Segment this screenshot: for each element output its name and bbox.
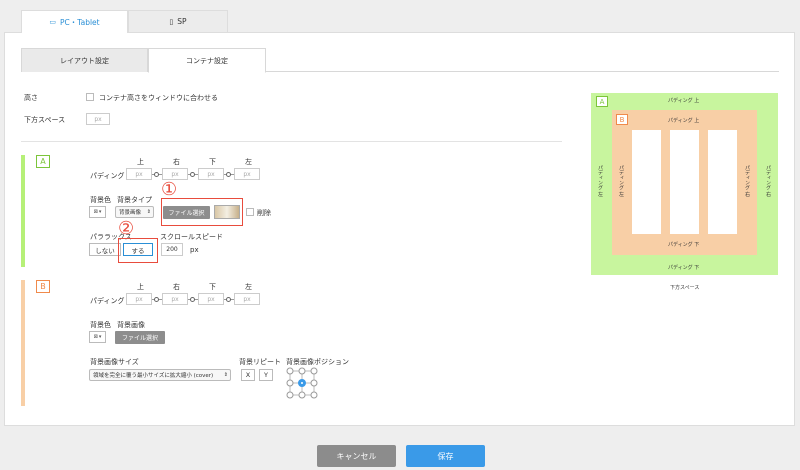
color-swatch-icon: ⊠ <box>93 209 98 215</box>
divider <box>21 141 562 142</box>
tab-pc-tablet[interactable]: ▭ PC・Tablet <box>21 10 128 33</box>
tab-layout-settings-label: レイアウト設定 <box>60 56 109 65</box>
section-a-bar <box>21 155 25 267</box>
bg-color-b-label: 背景色 <box>90 321 111 329</box>
preview-badge-b: B <box>616 114 628 125</box>
preview-a-right: パディング 右 <box>765 165 771 197</box>
scroll-speed-unit: px <box>190 246 199 254</box>
link-dot[interactable] <box>190 172 195 177</box>
link-dot[interactable] <box>190 297 195 302</box>
repeat-x-button[interactable]: X <box>241 369 255 381</box>
padding-b-right-input[interactable]: px <box>162 293 188 305</box>
repeat-y-button[interactable]: Y <box>259 369 273 381</box>
file-select-b-button[interactable]: ファイル選択 <box>115 331 165 344</box>
tab-layout-settings[interactable]: レイアウト設定 <box>21 48 148 72</box>
bg-repeat-label: 背景リピート <box>239 358 281 366</box>
bg-position-grid[interactable] <box>286 367 318 399</box>
callout-1: ① <box>161 179 178 200</box>
highlight-box-1 <box>161 198 243 226</box>
padding-b-bottom-input[interactable]: px <box>198 293 224 305</box>
bottom-space-input[interactable]: px <box>86 113 110 125</box>
padding-b-label: パディング <box>90 297 125 305</box>
padding-b-left-input[interactable]: px <box>234 293 260 305</box>
link-dot[interactable] <box>226 172 231 177</box>
preview-column <box>632 130 661 234</box>
padding-a-left-input[interactable]: px <box>234 168 260 180</box>
preview-a-left: パディング 左 <box>597 165 603 197</box>
preview-a-bottom: パディング 下 <box>668 265 700 271</box>
padding-a-right-label: 右 <box>173 158 180 166</box>
scroll-speed-input[interactable]: 200 <box>161 243 183 256</box>
parallax-off-button[interactable]: しない <box>89 243 121 256</box>
cancel-button[interactable]: キャンセル <box>317 445 396 467</box>
tab-sp[interactable]: ▯ SP <box>128 10 228 32</box>
tab-container-settings-label: コンテナ設定 <box>186 56 228 65</box>
preview-b-top: パディング 上 <box>668 118 700 124</box>
select-arrow-icon: ⇕ <box>223 372 228 378</box>
padding-a-bottom-input[interactable]: px <box>198 168 224 180</box>
padding-b-top-input[interactable]: px <box>126 293 152 305</box>
bg-size-value: 領域を完全に覆う最小サイズに拡大縮小 (cover) <box>93 373 214 379</box>
fit-window-checkbox[interactable] <box>86 93 94 101</box>
color-swatch-icon: ⊠ <box>93 334 98 340</box>
scroll-speed-label: スクロールスピード <box>160 233 223 241</box>
delete-a-checkbox[interactable] <box>246 208 254 216</box>
bg-type-a-select[interactable]: 背景画像 ⇕ <box>115 206 154 218</box>
padding-a-bottom-label: 下 <box>209 158 216 166</box>
preview-a-top: パディング 上 <box>668 98 700 104</box>
preview-bottom-space: 下方スペース <box>670 285 700 291</box>
padding-a-top-label: 上 <box>137 158 144 166</box>
bg-image-b-label: 背景画像 <box>117 321 145 329</box>
tab-container-settings[interactable]: コンテナ設定 <box>148 48 266 73</box>
monitor-icon: ▭ <box>49 18 56 26</box>
padding-b-right-label: 右 <box>173 283 180 291</box>
chevron-down-icon: ▾ <box>98 209 102 215</box>
delete-a-label: 削除 <box>257 209 271 217</box>
section-a-badge: A <box>36 155 50 168</box>
bg-position-label: 背景画像ポジション <box>286 358 349 366</box>
select-arrow-icon: ⇕ <box>146 209 151 215</box>
preview-b-left: パディング 左 <box>618 165 624 197</box>
bg-color-a-label: 背景色 <box>90 196 111 204</box>
padding-a-left-label: 左 <box>245 158 252 166</box>
bg-color-a-picker[interactable]: ⊠ ▾ <box>89 206 106 218</box>
section-b-badge: B <box>36 280 50 293</box>
section-b-bar <box>21 280 25 406</box>
link-dot[interactable] <box>154 297 159 302</box>
padding-b-top-label: 上 <box>137 283 144 291</box>
padding-a-top-input[interactable]: px <box>126 168 152 180</box>
link-dot[interactable] <box>226 297 231 302</box>
padding-a-label: パディング <box>90 172 125 180</box>
bg-color-b-picker[interactable]: ⊠ ▾ <box>89 331 106 343</box>
chevron-down-icon: ▾ <box>98 334 102 340</box>
preview-b-right: パディング 右 <box>744 165 750 197</box>
smartphone-icon: ▯ <box>169 17 174 26</box>
callout-2: ② <box>118 218 135 239</box>
preview-badge-a: A <box>596 96 608 107</box>
highlight-box-2 <box>118 238 158 263</box>
bottom-space-label: 下方スペース <box>24 116 66 124</box>
save-button[interactable]: 保存 <box>406 445 485 467</box>
bg-type-a-label: 背景タイプ <box>117 196 152 204</box>
fit-window-label: コンテナ高さをウィンドウに合わせる <box>99 94 218 102</box>
link-dot[interactable] <box>154 172 159 177</box>
preview-column <box>670 130 699 234</box>
height-label: 高さ <box>24 94 38 102</box>
padding-b-left-label: 左 <box>245 283 252 291</box>
bg-type-a-value: 背景画像 <box>119 210 142 216</box>
preview-column <box>708 130 737 234</box>
preview-b-bottom: パディング 下 <box>668 242 700 248</box>
padding-b-bottom-label: 下 <box>209 283 216 291</box>
tab-pc-tablet-label: PC・Tablet <box>60 17 100 27</box>
bg-size-select[interactable]: 領域を完全に覆う最小サイズに拡大縮小 (cover) ⇕ <box>89 369 231 381</box>
bg-size-label: 背景画像サイズ <box>90 358 139 366</box>
tab-sp-label: SP <box>177 17 187 26</box>
